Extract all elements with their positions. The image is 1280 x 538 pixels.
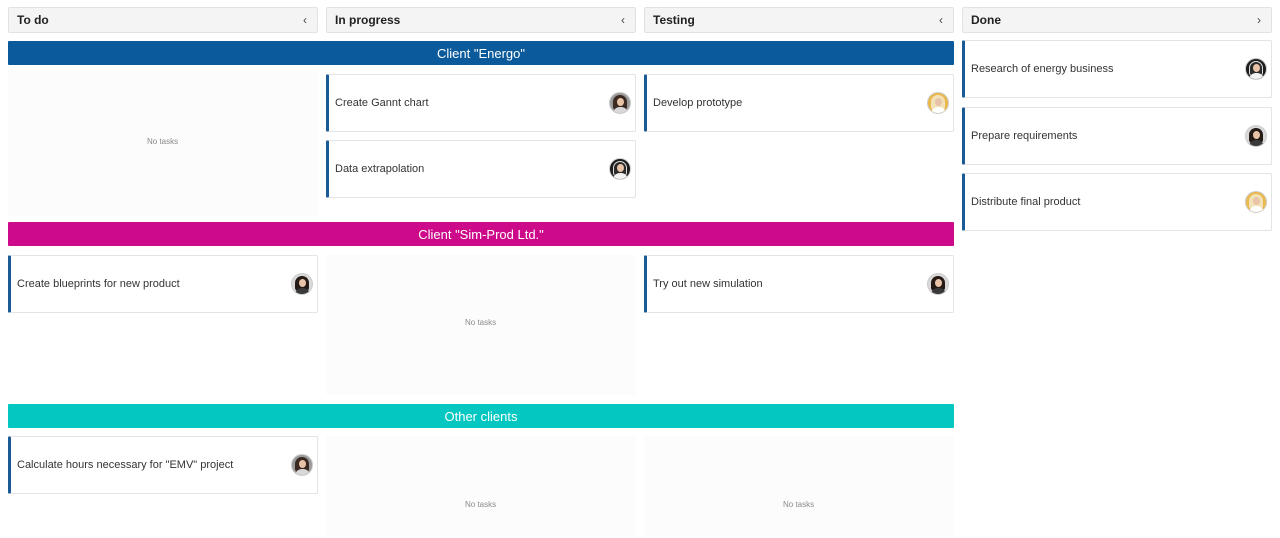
avatar[interactable]	[609, 158, 631, 180]
swimlane-title: Client "Sim-Prod Ltd."	[418, 226, 544, 242]
task-card[interactable]: Develop prototype	[644, 74, 954, 132]
task-label: Develop prototype	[653, 97, 743, 109]
swimlane-title: Other clients	[444, 408, 518, 424]
task-card[interactable]: Distribute final product	[962, 173, 1272, 231]
avatar[interactable]	[609, 92, 631, 114]
avatar[interactable]	[1245, 58, 1267, 80]
task-label: Calculate hours necessary for "EMV" proj…	[17, 459, 234, 471]
avatar[interactable]	[291, 273, 313, 295]
task-label: Data extrapolation	[335, 163, 425, 175]
chevron-left-icon[interactable]: ‹	[303, 14, 307, 26]
swimlane-title: Client "Energo"	[437, 45, 525, 61]
column-header-done: Done ›	[962, 7, 1272, 33]
task-label: Prepare requirements	[971, 130, 1078, 142]
empty-zone	[644, 436, 954, 536]
task-card[interactable]: Try out new simulation	[644, 255, 954, 313]
no-tasks-label: No tasks	[465, 318, 497, 327]
column-title: Testing	[653, 13, 695, 27]
avatar[interactable]	[291, 454, 313, 476]
no-tasks-label: No tasks	[783, 500, 815, 509]
empty-zone	[326, 436, 636, 536]
avatar[interactable]	[927, 273, 949, 295]
task-label: Distribute final product	[971, 196, 1081, 208]
task-label: Try out new simulation	[653, 278, 763, 290]
task-card[interactable]: Calculate hours necessary for "EMV" proj…	[8, 436, 318, 494]
task-label: Create blueprints for new product	[17, 278, 180, 290]
task-card[interactable]: Create blueprints for new product	[8, 255, 318, 313]
column-header-in-progress: In progress ‹	[326, 7, 636, 33]
swimlane-header-other-clients[interactable]: Other clients	[8, 404, 954, 428]
column-header-testing: Testing ‹	[644, 7, 954, 33]
task-card[interactable]: Prepare requirements	[962, 107, 1272, 165]
swimlane-header-energo[interactable]: Client "Energo"	[8, 41, 954, 65]
chevron-left-icon[interactable]: ‹	[621, 14, 625, 26]
avatar[interactable]	[927, 92, 949, 114]
no-tasks-label: No tasks	[147, 137, 179, 146]
task-card[interactable]: Research of energy business	[962, 40, 1272, 98]
avatar[interactable]	[1245, 125, 1267, 147]
column-title: In progress	[335, 13, 401, 27]
swimlane-header-sim-prod[interactable]: Client "Sim-Prod Ltd."	[8, 222, 954, 246]
column-title: Done	[971, 13, 1001, 27]
no-tasks-label: No tasks	[465, 500, 497, 509]
chevron-left-icon[interactable]: ‹	[939, 14, 943, 26]
task-card[interactable]: Data extrapolation	[326, 140, 636, 198]
column-title: To do	[17, 13, 49, 27]
task-label: Create Gannt chart	[335, 97, 429, 109]
column-header-todo: To do ‹	[8, 7, 318, 33]
task-label: Research of energy business	[971, 63, 1114, 75]
avatar[interactable]	[1245, 191, 1267, 213]
task-card[interactable]: Create Gannt chart	[326, 74, 636, 132]
chevron-right-icon[interactable]: ›	[1257, 14, 1261, 26]
